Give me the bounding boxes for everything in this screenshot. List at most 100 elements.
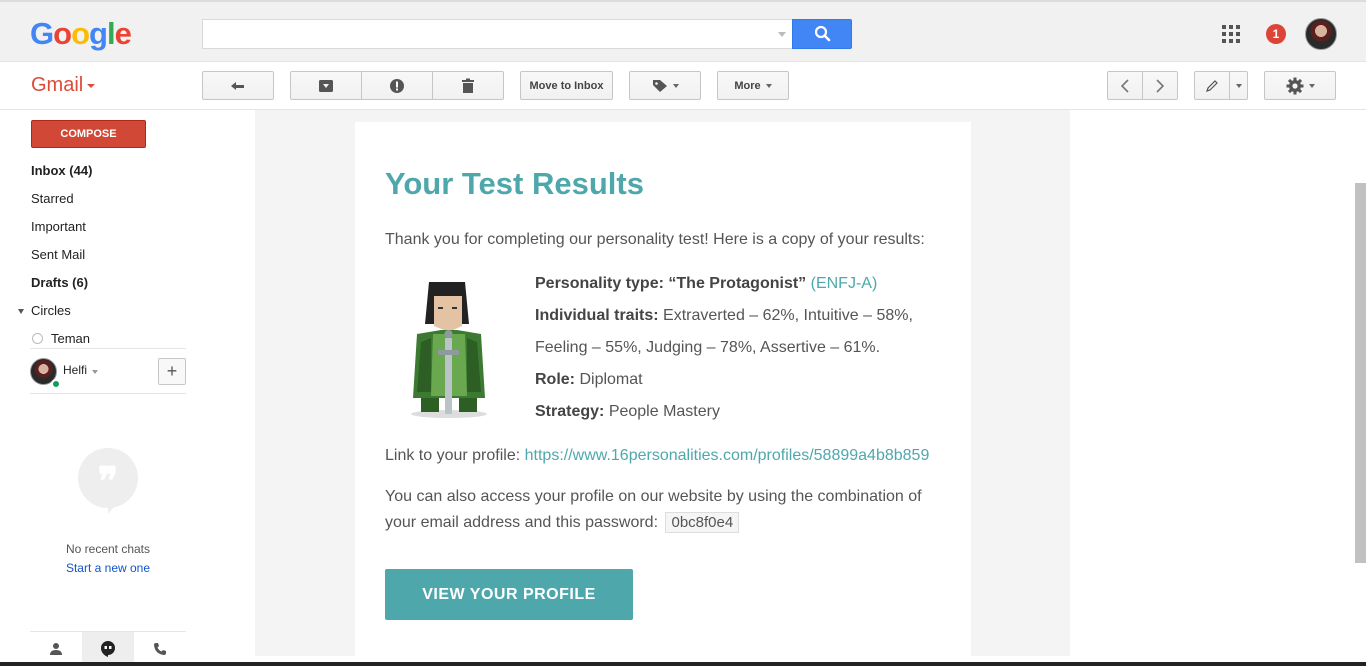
sidebar-item-starred[interactable]: Starred bbox=[31, 191, 74, 206]
input-tools-button[interactable] bbox=[1194, 71, 1230, 100]
personality-name-link[interactable]: “The Protagonist” (ENFJ-A) bbox=[668, 275, 877, 292]
label-tag-icon bbox=[652, 79, 667, 92]
phone-icon bbox=[154, 643, 166, 655]
profile-link-line: Link to your profile: https://www.16pers… bbox=[385, 447, 929, 465]
input-tools-group bbox=[1194, 71, 1248, 100]
account-avatar[interactable] bbox=[1305, 18, 1337, 50]
hangouts-bubble-icon: ❞ bbox=[78, 448, 138, 514]
role-line: Role: Diplomat bbox=[535, 371, 643, 389]
protagonist-character-image bbox=[411, 282, 487, 418]
more-button[interactable]: More bbox=[717, 71, 789, 100]
strategy-line: Strategy: People Mastery bbox=[535, 403, 720, 421]
access-text-line-1: You can also access your profile on our … bbox=[385, 488, 922, 505]
archive-button[interactable] bbox=[290, 71, 362, 100]
gmail-menu[interactable]: Gmail bbox=[31, 74, 96, 97]
pencil-icon bbox=[1206, 79, 1218, 92]
older-button[interactable] bbox=[1142, 71, 1178, 100]
role-value: Diplomat bbox=[579, 371, 643, 388]
logo-letter: G bbox=[30, 16, 54, 51]
circle-icon bbox=[32, 333, 43, 344]
gear-icon bbox=[1286, 77, 1303, 94]
hangouts-tabs bbox=[30, 631, 186, 666]
hangouts-icon bbox=[101, 641, 115, 657]
chevron-left-icon bbox=[1120, 78, 1129, 93]
traits-values: Extraverted – 62%, Intuitive – 58%, bbox=[663, 307, 913, 324]
sidebar-item-circles[interactable]: Circles bbox=[31, 303, 71, 318]
contacts-tab[interactable] bbox=[30, 632, 82, 666]
back-button[interactable] bbox=[202, 71, 274, 100]
compose-button[interactable]: COMPOSE bbox=[31, 120, 146, 148]
start-new-chat-link[interactable]: Start a new one bbox=[30, 561, 186, 575]
newer-button[interactable] bbox=[1107, 71, 1143, 100]
google-logo[interactable]: Google bbox=[30, 16, 132, 52]
logo-letter: o bbox=[71, 16, 90, 51]
user-name: Helfi bbox=[63, 363, 88, 377]
hangouts-user-row: Helfi + bbox=[30, 348, 186, 394]
online-status-icon bbox=[51, 379, 61, 389]
apps-grid-icon[interactable] bbox=[1222, 25, 1240, 43]
chevron-down-icon bbox=[1235, 83, 1242, 88]
logo-letter: e bbox=[114, 16, 132, 51]
personality-type-line: Personality type: “The Protagonist” (ENF… bbox=[535, 275, 877, 293]
search-button[interactable] bbox=[792, 19, 852, 49]
strategy-value: People Mastery bbox=[608, 403, 720, 420]
more-label: More bbox=[734, 79, 761, 92]
sidebar: COMPOSE Inbox (44) Starred Important Sen… bbox=[0, 110, 200, 666]
profile-link[interactable]: https://www.16personalities.com/profiles… bbox=[525, 447, 930, 464]
top-bar: Google 1 bbox=[0, 0, 1366, 62]
personality-code: (ENFJ-A) bbox=[810, 275, 878, 292]
sidebar-item-teman[interactable]: Teman bbox=[51, 331, 90, 346]
sidebar-item-inbox[interactable]: Inbox (44) bbox=[31, 163, 92, 178]
phone-tab[interactable] bbox=[134, 632, 186, 666]
logo-letter: o bbox=[53, 16, 72, 51]
input-tools-dropdown[interactable] bbox=[1229, 71, 1248, 100]
settings-button[interactable] bbox=[1264, 71, 1336, 100]
traits-line-2: Feeling – 55%, Judging – 78%, Assertive … bbox=[535, 339, 881, 356]
traits-line: Individual traits: Extraverted – 62%, In… bbox=[535, 307, 913, 325]
new-conversation-button[interactable]: + bbox=[158, 358, 186, 385]
back-arrow-icon bbox=[231, 81, 244, 90]
chevron-down-icon bbox=[87, 83, 96, 88]
email-title: Your Test Results bbox=[385, 166, 644, 201]
trash-icon bbox=[462, 78, 474, 93]
search-icon bbox=[814, 25, 831, 42]
sidebar-item-important[interactable]: Important bbox=[31, 219, 86, 234]
delete-button[interactable] bbox=[432, 71, 504, 100]
spam-icon bbox=[390, 78, 404, 93]
access-text-line-2: your email address and this password: 0b… bbox=[385, 512, 740, 533]
strategy-label: Strategy: bbox=[535, 403, 605, 420]
search-dropdown-icon[interactable] bbox=[778, 32, 786, 37]
chevron-right-icon bbox=[1156, 78, 1165, 93]
sidebar-item-drafts[interactable]: Drafts (6) bbox=[31, 275, 88, 290]
move-to-inbox-button[interactable]: Move to Inbox bbox=[520, 71, 613, 100]
profile-link-label: Link to your profile: bbox=[385, 447, 521, 464]
chevron-down-icon bbox=[672, 83, 679, 88]
pager-group bbox=[1107, 71, 1178, 100]
window-bottom-edge bbox=[0, 662, 1366, 666]
toolbar: Gmail Move to Inbox More bbox=[0, 62, 1366, 110]
expand-triangle-icon[interactable] bbox=[18, 309, 24, 314]
traits-label: Individual traits: bbox=[535, 307, 659, 324]
quote-icon: ❞ bbox=[97, 458, 119, 503]
action-group bbox=[290, 71, 504, 100]
person-icon bbox=[50, 643, 62, 655]
chevron-down-icon bbox=[1308, 83, 1315, 88]
chevron-down-icon bbox=[765, 83, 772, 88]
sidebar-item-sent-mail[interactable]: Sent Mail bbox=[31, 247, 85, 262]
hangouts-tab[interactable] bbox=[82, 632, 134, 666]
logo-letter: g bbox=[89, 16, 108, 51]
hangouts-user-menu[interactable]: Helfi bbox=[63, 363, 99, 377]
report-spam-button[interactable] bbox=[361, 71, 433, 100]
scrollbar-thumb[interactable] bbox=[1355, 183, 1366, 563]
password-value: 0bc8f0e4 bbox=[665, 512, 740, 533]
archive-icon bbox=[319, 79, 333, 92]
email-intro: Thank you for completing our personality… bbox=[385, 231, 925, 248]
email-card: Your Test Results Thank you for completi… bbox=[355, 122, 971, 666]
chevron-down-icon bbox=[92, 370, 99, 374]
search-input[interactable] bbox=[202, 19, 792, 49]
personality-name: “The Protagonist” bbox=[668, 275, 807, 292]
view-profile-button[interactable]: VIEW YOUR PROFILE bbox=[385, 569, 633, 620]
notification-badge[interactable]: 1 bbox=[1266, 24, 1286, 44]
personality-type-label: Personality type: bbox=[535, 275, 664, 292]
labels-button[interactable] bbox=[629, 71, 701, 100]
